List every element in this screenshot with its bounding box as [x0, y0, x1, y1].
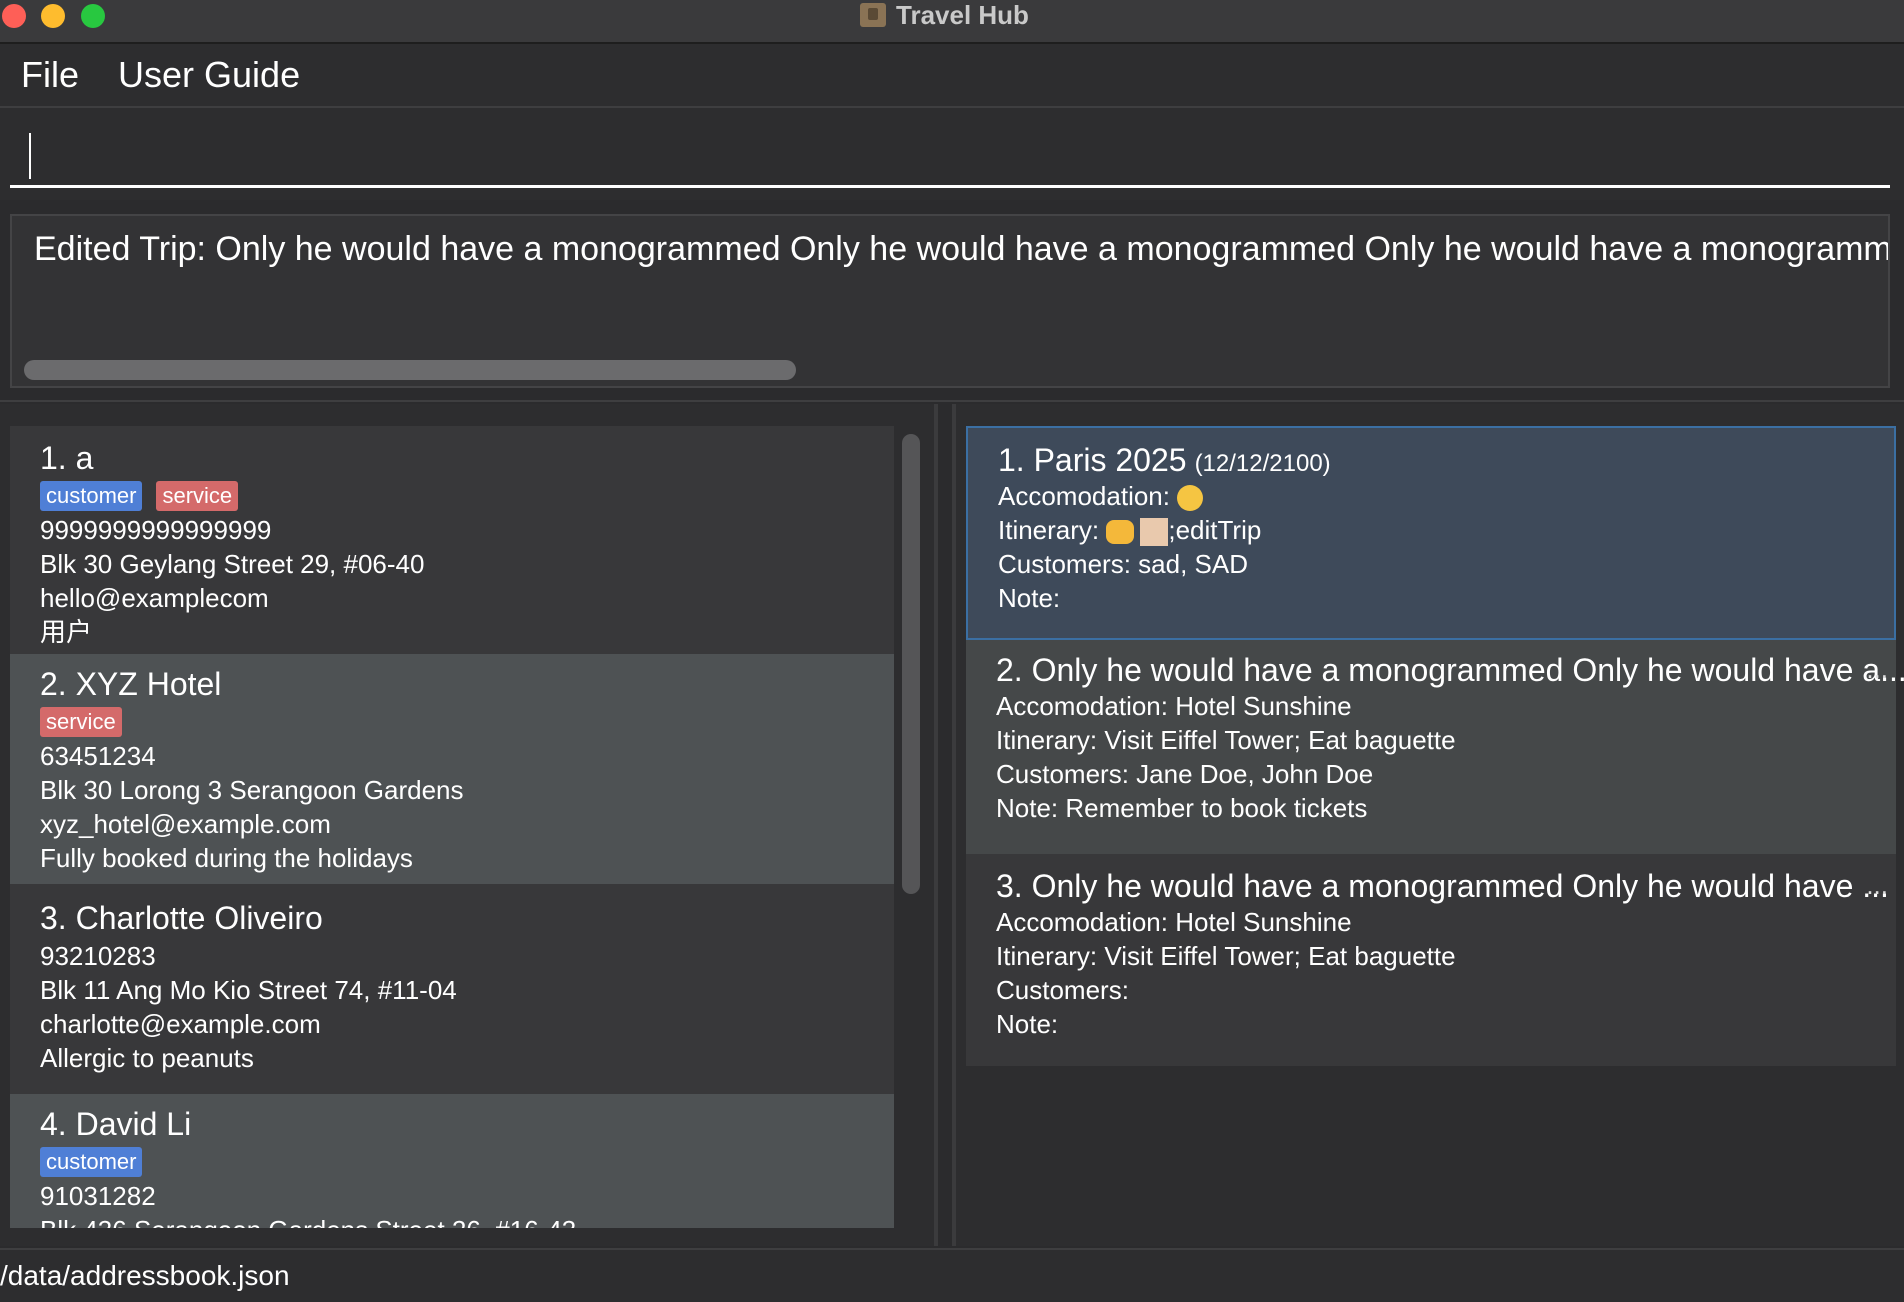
person-email: charlotte@example.com	[40, 1009, 321, 1039]
person-name: 3. Charlotte Oliveiro	[40, 900, 323, 936]
person-address: Blk 436 Serangoon Gardens Street 26, #16…	[40, 1213, 894, 1228]
person-card[interactable]: 1. a customer service 9999999999999999 B…	[10, 426, 894, 654]
itinerary-suffix: ;editTrip	[1168, 515, 1262, 545]
trip-note: Note:	[996, 1009, 1059, 1039]
person-email: hello@examplecom	[40, 583, 269, 613]
tag-customer: customer	[40, 481, 143, 511]
trip-title: 3. Only he would have a monogrammed Only…	[996, 868, 1896, 905]
command-input[interactable]	[10, 118, 1890, 188]
trip-more-icon[interactable]: ...	[1866, 654, 1888, 685]
person-phone: 9999999999999999	[40, 515, 272, 545]
person-remark: Allergic to peanuts	[40, 1043, 254, 1073]
person-list-scrollbar[interactable]	[902, 434, 920, 894]
trip-customers: Customers:	[996, 975, 1129, 1005]
trip-itinerary: Itinerary: Visit Eiffel Tower; Eat bague…	[996, 941, 1456, 971]
minimize-window-button[interactable]	[41, 4, 65, 28]
person-tags: customer service	[40, 479, 894, 513]
tag-service: service	[156, 481, 239, 511]
person-tags: customer	[40, 1145, 894, 1179]
person-list[interactable]: 1. a customer service 9999999999999999 B…	[10, 426, 894, 1228]
trip-title: 1. Paris 2025 (12/12/2100)	[998, 442, 1894, 479]
person-card[interactable]: 4. David Li customer 91031282 Blk 436 Se…	[10, 1094, 894, 1228]
person-address: Blk 11 Ang Mo Kio Street 74, #11-04	[40, 975, 457, 1005]
trip-itinerary: Itinerary: Visit Eiffel Tower; Eat bague…	[996, 725, 1456, 755]
accommodation-label: Accomodation:	[998, 481, 1178, 511]
save-file-path: /data/addressbook.json	[0, 1260, 290, 1291]
status-bar: /data/addressbook.json	[0, 1248, 1904, 1302]
menu-user-guide[interactable]: User Guide	[118, 54, 300, 96]
trip-list-panel: 1. Paris 2025 (12/12/2100) Accomodation: …	[956, 404, 1904, 1246]
trip-more-icon[interactable]: ...	[1866, 870, 1888, 901]
window-title-group: Travel Hub	[860, 0, 1029, 30]
trip-customers: Customers: sad, SAD	[998, 549, 1248, 579]
trip-card-selected[interactable]: 1. Paris 2025 (12/12/2100) Accomodation: …	[966, 426, 1896, 640]
person-list-panel: 1. a customer service 9999999999999999 B…	[0, 404, 936, 1246]
app-icon	[860, 3, 886, 27]
itinerary-label: Itinerary:	[998, 515, 1107, 545]
menu-bar: File User Guide	[0, 44, 1904, 108]
person-remark: 用户	[40, 617, 93, 647]
person-name: 1. a	[40, 440, 94, 476]
panel-divider	[0, 400, 1904, 402]
panel-separator	[934, 404, 938, 1246]
trip-itinerary: Itinerary: ;editTrip	[998, 513, 1894, 547]
title-bar: Travel Hub	[0, 0, 1904, 44]
trip-name: 1. Paris 2025	[998, 442, 1187, 478]
person-address: Blk 30 Geylang Street 29, #06-40	[40, 549, 425, 579]
trip-accommodation: Accomodation:	[998, 479, 1894, 513]
person-phone: 91031282	[40, 1181, 156, 1211]
result-horizontal-scrollbar[interactable]	[24, 360, 796, 380]
person-card[interactable]: 3. Charlotte Oliveiro 93210283 Blk 11 An…	[10, 884, 894, 1094]
command-box	[0, 108, 1904, 200]
tag-service: service	[40, 707, 122, 737]
trip-accommodation: Accomodation: Hotel Sunshine	[996, 691, 1352, 721]
trip-accommodation: Accomodation: Hotel Sunshine	[996, 907, 1352, 937]
person-name: 4. David Li	[40, 1106, 192, 1142]
window-title: Travel Hub	[896, 0, 1029, 30]
trip-customers: Customers: Jane Doe, John Doe	[996, 759, 1374, 789]
maximize-window-button[interactable]	[81, 4, 105, 28]
trip-note: Note: Remember to book tickets	[996, 793, 1368, 823]
result-message: Edited Trip: Only he would have a monogr…	[34, 230, 1890, 268]
person-card[interactable]: 2. XYZ Hotel service 63451234 Blk 30 Lor…	[10, 654, 894, 884]
fist-icon	[1106, 520, 1135, 545]
trip-name: 3. Only he would have a monogrammed Only…	[996, 868, 1889, 904]
silly-face-icon	[1177, 485, 1204, 512]
close-window-button[interactable]	[2, 4, 26, 28]
text-caret	[29, 133, 31, 179]
trip-title: 2. Only he would have a monogrammed Only…	[996, 652, 1904, 689]
menu-file[interactable]: File	[21, 54, 79, 96]
trip-date: (12/12/2100)	[1194, 450, 1331, 477]
trip-note: Note:	[998, 583, 1061, 613]
trip-card[interactable]: 3. Only he would have a monogrammed Only…	[966, 854, 1896, 1066]
result-display: Edited Trip: Only he would have a monogr…	[10, 214, 1890, 388]
person-address: Blk 30 Lorong 3 Serangoon Gardens	[40, 775, 464, 805]
trip-card[interactable]: 2. Only he would have a monogrammed Only…	[966, 640, 1904, 854]
person-email: xyz_hotel@example.com	[40, 809, 331, 839]
person-phone: 63451234	[40, 741, 156, 771]
skin-tone-swatch-icon	[1140, 518, 1169, 547]
person-remark: Fully booked during the holidays	[40, 843, 413, 873]
person-phone: 93210283	[40, 941, 156, 971]
tag-customer: customer	[40, 1147, 143, 1177]
person-name: 2. XYZ Hotel	[40, 666, 222, 702]
person-tags: service	[40, 705, 894, 739]
trip-name: 2. Only he would have a monogrammed Only…	[996, 652, 1904, 688]
